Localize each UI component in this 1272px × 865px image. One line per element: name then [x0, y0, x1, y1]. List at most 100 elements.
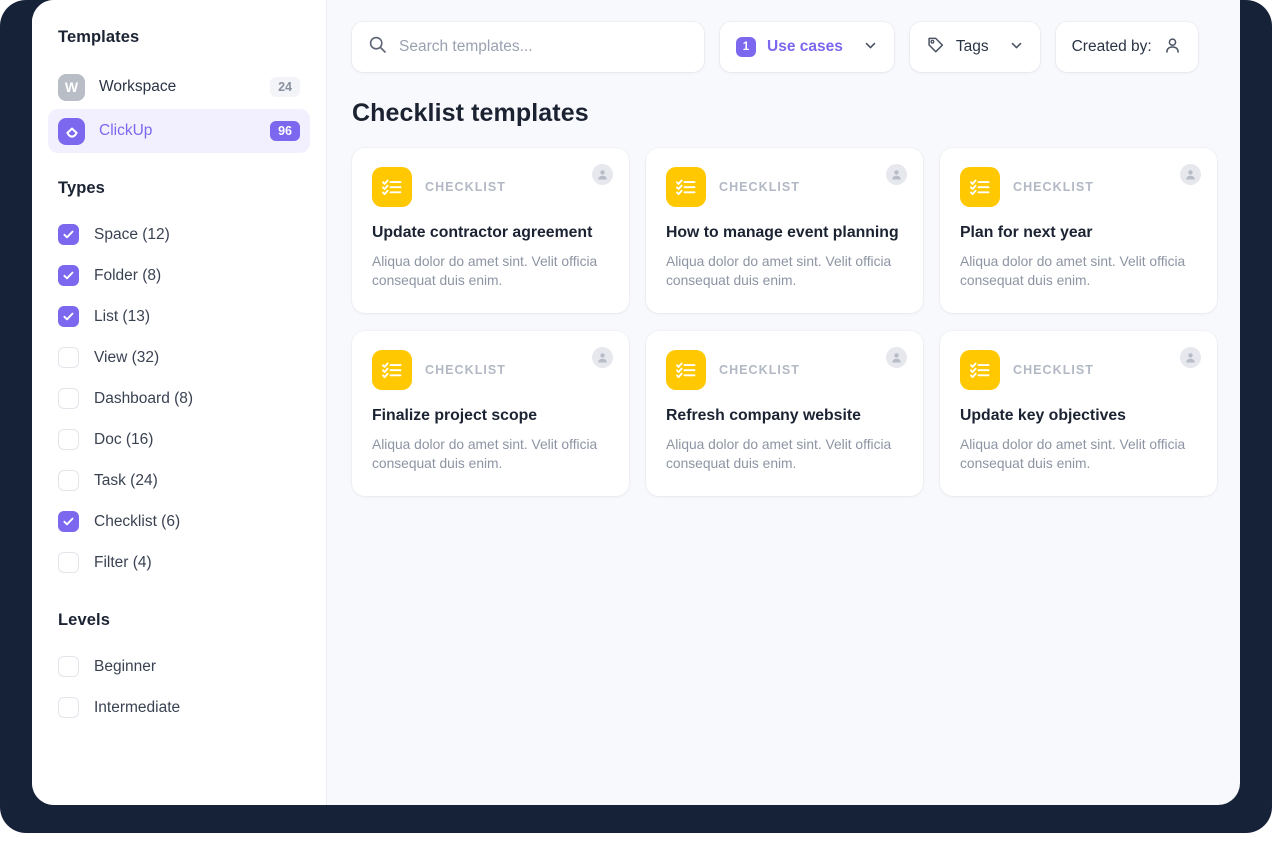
tag-icon — [926, 36, 945, 58]
filter-label: Filter (4) — [94, 554, 152, 572]
checklist-icon — [666, 167, 706, 207]
template-card[interactable]: CHECKLIST Update contractor agreement Al… — [352, 148, 629, 313]
app-window: Templates W Workspace 24 ClickUp 96 Type… — [32, 0, 1240, 805]
card-title: Update contractor agreement — [372, 223, 609, 244]
filter-type-folder[interactable]: Folder (8) — [32, 255, 326, 296]
card-kind-label: CHECKLIST — [719, 180, 800, 194]
sidebar-item-workspace[interactable]: W Workspace 24 — [48, 65, 310, 109]
filter-label: Space (12) — [94, 226, 170, 244]
filter-type-view[interactable]: View (32) — [32, 337, 326, 378]
card-header: CHECKLIST — [960, 350, 1197, 390]
chevron-down-icon — [863, 38, 878, 56]
checklist-icon — [666, 350, 706, 390]
filter-type-doc[interactable]: Doc (16) — [32, 419, 326, 460]
filter-label: Task (24) — [94, 472, 158, 490]
card-description: Aliqua dolor do amet sint. Velit officia… — [960, 252, 1197, 291]
search-input[interactable] — [399, 38, 688, 56]
avatar — [592, 347, 613, 368]
checkbox-icon[interactable] — [58, 306, 79, 327]
avatar — [1180, 164, 1201, 185]
use-cases-label: Use cases — [767, 38, 843, 56]
sidebar-templates-heading: Templates — [32, 28, 326, 47]
toolbar: 1 Use cases Tags — [352, 22, 1216, 72]
template-card[interactable]: CHECKLIST Finalize project scope Aliqua … — [352, 331, 629, 496]
checkbox-icon[interactable] — [58, 656, 79, 677]
filter-type-checklist[interactable]: Checklist (6) — [32, 501, 326, 542]
card-kind-label: CHECKLIST — [425, 180, 506, 194]
card-description: Aliqua dolor do amet sint. Velit officia… — [372, 252, 609, 291]
sidebar-item-clickup[interactable]: ClickUp 96 — [48, 109, 310, 153]
card-kind-label: CHECKLIST — [425, 363, 506, 377]
person-icon — [1163, 36, 1182, 58]
filter-label: Folder (8) — [94, 267, 161, 285]
card-description: Aliqua dolor do amet sint. Velit officia… — [372, 435, 609, 474]
template-card[interactable]: CHECKLIST Update key objectives Aliqua d… — [940, 331, 1217, 496]
filter-level-beginner[interactable]: Beginner — [32, 646, 326, 687]
card-description: Aliqua dolor do amet sint. Velit officia… — [960, 435, 1197, 474]
card-title: Refresh company website — [666, 406, 903, 427]
card-header: CHECKLIST — [960, 167, 1197, 207]
filter-label: Dashboard (8) — [94, 390, 193, 408]
tags-filter-button[interactable]: Tags — [910, 22, 1040, 72]
checkbox-icon[interactable] — [58, 470, 79, 491]
checkbox-icon[interactable] — [58, 224, 79, 245]
filter-level-intermediate[interactable]: Intermediate — [32, 687, 326, 728]
checkbox-icon[interactable] — [58, 697, 79, 718]
filter-label: Doc (16) — [94, 431, 153, 449]
checkbox-icon[interactable] — [58, 429, 79, 450]
template-card-grid: CHECKLIST Update contractor agreement Al… — [352, 148, 1216, 496]
card-kind-label: CHECKLIST — [719, 363, 800, 377]
card-header: CHECKLIST — [666, 167, 903, 207]
card-title: Finalize project scope — [372, 406, 609, 427]
page-title: Checklist templates — [352, 99, 1216, 128]
card-header: CHECKLIST — [372, 167, 609, 207]
sidebar-item-count: 24 — [270, 77, 300, 97]
avatar — [592, 164, 613, 185]
checklist-icon — [372, 167, 412, 207]
checkbox-icon[interactable] — [58, 552, 79, 573]
filter-label: Intermediate — [94, 699, 180, 717]
chevron-down-icon — [1009, 38, 1024, 56]
template-card[interactable]: CHECKLIST Refresh company website Aliqua… — [646, 331, 923, 496]
card-title: Plan for next year — [960, 223, 1197, 244]
card-header: CHECKLIST — [372, 350, 609, 390]
avatar — [1180, 347, 1201, 368]
sidebar-item-count: 96 — [270, 121, 300, 141]
sidebar-item-label: Workspace — [99, 78, 270, 96]
template-card[interactable]: CHECKLIST How to manage event planning A… — [646, 148, 923, 313]
sidebar-types-heading: Types — [32, 179, 326, 198]
checkbox-icon[interactable] — [58, 347, 79, 368]
card-kind-label: CHECKLIST — [1013, 363, 1094, 377]
main-content: 1 Use cases Tags — [327, 0, 1240, 805]
filter-label: List (13) — [94, 308, 150, 326]
filter-type-task[interactable]: Task (24) — [32, 460, 326, 501]
avatar — [886, 347, 907, 368]
filter-type-space[interactable]: Space (12) — [32, 214, 326, 255]
checkbox-icon[interactable] — [58, 265, 79, 286]
clickup-logo-icon — [58, 118, 85, 145]
checklist-icon — [372, 350, 412, 390]
card-description: Aliqua dolor do amet sint. Velit officia… — [666, 252, 903, 291]
filter-type-dashboard[interactable]: Dashboard (8) — [32, 378, 326, 419]
checkbox-icon[interactable] — [58, 388, 79, 409]
filter-label: Beginner — [94, 658, 156, 676]
sidebar-item-label: ClickUp — [99, 122, 270, 140]
checkbox-icon[interactable] — [58, 511, 79, 532]
template-card[interactable]: CHECKLIST Plan for next year Aliqua dolo… — [940, 148, 1217, 313]
card-header: CHECKLIST — [666, 350, 903, 390]
workspace-icon: W — [58, 74, 85, 101]
tags-label: Tags — [956, 38, 989, 56]
card-description: Aliqua dolor do amet sint. Velit officia… — [666, 435, 903, 474]
search-box[interactable] — [352, 22, 704, 72]
sidebar-levels-heading: Levels — [32, 611, 326, 630]
search-icon — [368, 35, 387, 59]
filter-type-filter[interactable]: Filter (4) — [32, 542, 326, 583]
use-cases-count-badge: 1 — [736, 37, 756, 57]
created-by-filter-button[interactable]: Created by: — [1056, 22, 1198, 72]
card-title: Update key objectives — [960, 406, 1197, 427]
filter-label: View (32) — [94, 349, 159, 367]
filter-type-list[interactable]: List (13) — [32, 296, 326, 337]
avatar — [886, 164, 907, 185]
checklist-icon — [960, 350, 1000, 390]
use-cases-filter-button[interactable]: 1 Use cases — [720, 22, 894, 72]
